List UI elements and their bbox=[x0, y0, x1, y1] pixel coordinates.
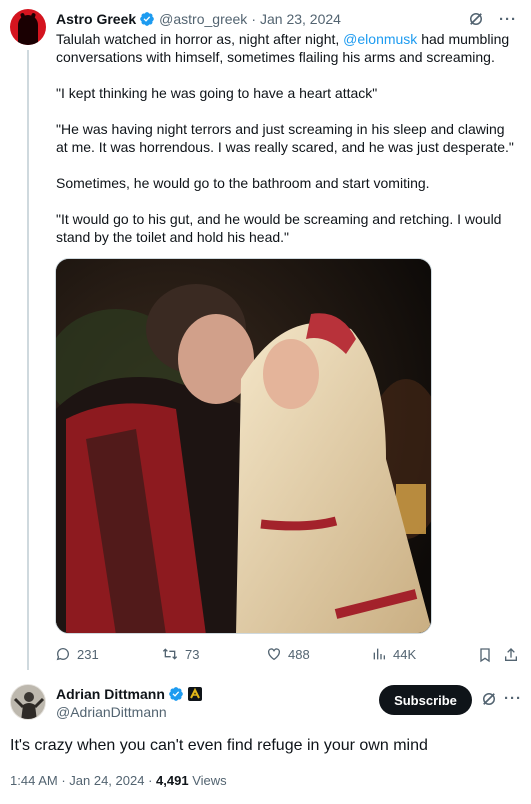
separator: · bbox=[251, 11, 256, 27]
tweet-date[interactable]: Jan 24, 2024 bbox=[69, 773, 144, 788]
tweet-paragraph: Sometimes, he would go to the bathroom a… bbox=[56, 175, 430, 191]
tweet-top-actions: ··· bbox=[467, 10, 517, 28]
views-label: Views bbox=[192, 773, 227, 788]
tweet-paragraph: "He was having night terrors and just sc… bbox=[56, 121, 514, 155]
text-span: Talulah watched in horror as, night afte… bbox=[56, 31, 344, 47]
tweet-text: It's crazy when you can't even find refu… bbox=[10, 737, 428, 754]
tweet-meta: 1:44 AM · Jan 24, 2024 · 4,491 Views bbox=[10, 773, 227, 788]
tweet-header: Astro Greek @astro_greek · Jan 23, 2024 bbox=[56, 9, 341, 29]
quoted-tweet[interactable]: Astro Greek @astro_greek · Jan 23, 2024 … bbox=[0, 0, 531, 672]
tweet-paragraph: "I kept thinking he was going to have a … bbox=[56, 85, 378, 101]
bookmark-icon[interactable] bbox=[477, 647, 493, 663]
meta-dot: · bbox=[57, 773, 70, 788]
grok-icon[interactable] bbox=[480, 690, 498, 708]
tweet-time[interactable]: 1:44 AM bbox=[10, 773, 58, 788]
views-icon bbox=[373, 648, 385, 660]
author-handle[interactable]: @AdrianDittmann bbox=[56, 704, 167, 720]
tweet-text: Talulah watched in horror as, night afte… bbox=[56, 30, 516, 264]
tweet-paragraph: "It would go to his gut, and he would be… bbox=[56, 211, 502, 245]
verified-badge-icon bbox=[140, 12, 154, 26]
reply-icon bbox=[56, 648, 69, 661]
reply-count: 231 bbox=[77, 646, 99, 662]
mention-link[interactable]: @elonmusk bbox=[343, 31, 417, 47]
reply-button[interactable]: 231 bbox=[55, 646, 99, 662]
thread-line bbox=[27, 50, 29, 670]
more-icon[interactable]: ··· bbox=[499, 11, 517, 28]
like-count: 488 bbox=[288, 646, 310, 662]
views-count: 4,491 bbox=[156, 773, 189, 788]
verified-badge-icon bbox=[169, 687, 183, 701]
repost-icon bbox=[162, 648, 178, 660]
like-button[interactable]: 488 bbox=[266, 646, 310, 662]
repost-button[interactable]: 73 bbox=[161, 646, 199, 662]
avatar[interactable] bbox=[10, 9, 46, 45]
tweet-paragraph: Talulah watched in horror as, night afte… bbox=[56, 30, 516, 66]
tweet-header: Adrian Dittmann bbox=[56, 686, 202, 702]
share-icon[interactable] bbox=[503, 647, 519, 663]
affiliate-badge-icon[interactable] bbox=[187, 687, 202, 701]
meta-dot: · bbox=[144, 773, 157, 788]
grok-icon[interactable] bbox=[467, 10, 485, 28]
author-name[interactable]: Adrian Dittmann bbox=[56, 686, 165, 702]
tweet-date[interactable]: Jan 23, 2024 bbox=[260, 11, 341, 27]
more-icon[interactable]: ··· bbox=[504, 690, 522, 707]
views-count: 44K bbox=[393, 646, 417, 662]
avatar-image bbox=[11, 685, 45, 719]
tweet-actions: 231 73 488 44K bbox=[55, 646, 521, 666]
author-handle[interactable]: @astro_greek bbox=[159, 11, 247, 27]
photo-illustration bbox=[56, 259, 431, 633]
author-name[interactable]: Astro Greek bbox=[56, 11, 136, 27]
views-button[interactable]: 44K bbox=[371, 646, 416, 662]
tweet-photo[interactable] bbox=[55, 258, 432, 634]
avatar[interactable] bbox=[10, 684, 46, 720]
repost-count: 73 bbox=[185, 646, 200, 662]
like-icon bbox=[268, 648, 280, 661]
subscribe-button[interactable]: Subscribe bbox=[379, 685, 472, 715]
